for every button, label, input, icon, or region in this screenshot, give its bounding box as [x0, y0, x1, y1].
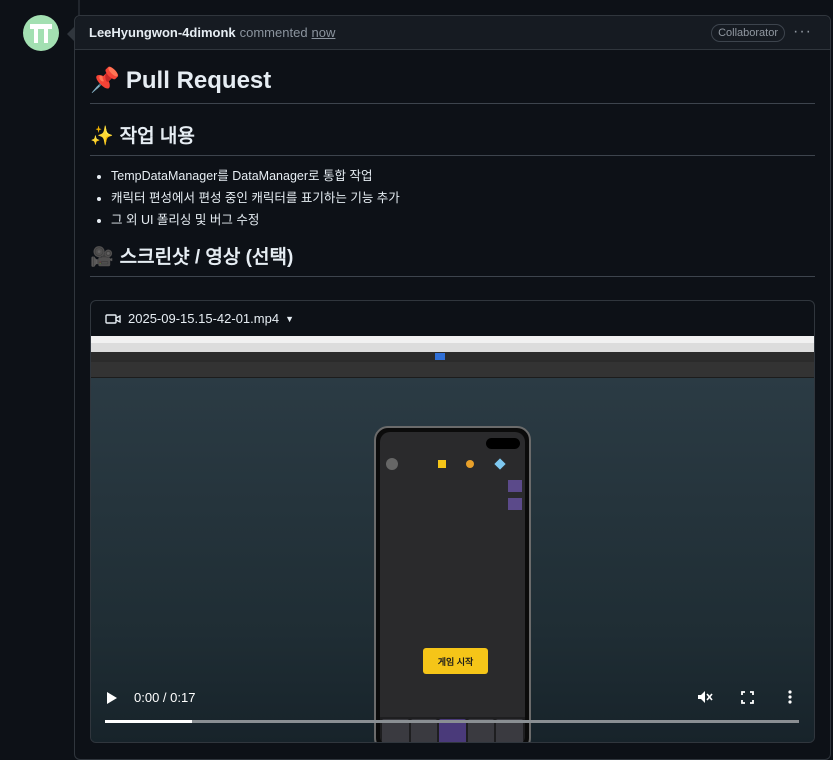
- unity-play-icon: [435, 353, 445, 360]
- section-screenshot-text: 스크린샷 / 영상 (선택): [119, 247, 294, 268]
- video-time: 0:00 / 0:17: [134, 690, 196, 705]
- video-progress-bar[interactable]: [105, 720, 799, 723]
- section-work-text: 작업 내용: [119, 126, 195, 147]
- section-work-title: ✨ 작업 내용: [90, 104, 815, 156]
- unity-simulator-bar: [91, 362, 814, 378]
- comment-time[interactable]: now: [312, 25, 336, 40]
- comment-body: 📌Pull Request ✨작업 내용 TempDataManager를 Da…: [90, 50, 815, 277]
- film-camera-icon: 🎥: [90, 247, 114, 268]
- gold-icon: [466, 460, 474, 468]
- comment-card: LeeHyungwon-4dimonk commented now Collab…: [74, 15, 831, 760]
- pushpin-icon: 📌: [90, 67, 120, 94]
- unity-title-bar: [91, 336, 814, 343]
- game-start-label: 게임 시작: [437, 656, 474, 667]
- side-menu-icon: [508, 498, 522, 510]
- unity-menu-bar: [91, 343, 814, 352]
- video-file-header[interactable]: 2025-09-15.15-42-01.mp4 ▼: [91, 301, 814, 336]
- video-progress-fill: [105, 720, 192, 723]
- kebab-horizontal-icon[interactable]: ···: [793, 22, 812, 42]
- side-menu-icon: [508, 480, 522, 492]
- list-item: 캐릭터 편성에서 편성 중인 캐릭터를 표기하는 기능 추가: [111, 187, 815, 209]
- chevron-down-icon[interactable]: ▼: [285, 314, 294, 324]
- fullscreen-icon[interactable]: [741, 691, 754, 704]
- pr-title-text: Pull Request: [125, 67, 272, 94]
- play-icon[interactable]: [107, 692, 117, 704]
- pr-title: 📌 Pull Request: [90, 50, 815, 104]
- avatar-glyph-stem-left: [34, 24, 38, 43]
- unity-toolbar: [91, 352, 814, 362]
- section-screenshot-title: 🎥 스크린샷 / 영상 (선택): [90, 225, 815, 277]
- author-name[interactable]: LeeHyungwon-4dimonk: [89, 25, 236, 40]
- work-list: TempDataManager를 DataManager로 통합 작업 캐릭터 …: [90, 165, 815, 231]
- video-attachment: 2025-09-15.15-42-01.mp4 ▼ 게임 시작 0:00 / 0…: [90, 300, 815, 743]
- video-filename[interactable]: 2025-09-15.15-42-01.mp4: [128, 311, 279, 326]
- video-camera-icon: [105, 313, 121, 324]
- phone-notch: [486, 438, 520, 449]
- comment-action: commented: [239, 25, 308, 40]
- sparkles-icon: ✨: [90, 126, 114, 147]
- video-player[interactable]: 게임 시작 0:00 / 0:17: [91, 336, 814, 742]
- avatar-glyph-stem-right: [44, 24, 48, 43]
- collaborator-badge: Collaborator: [711, 24, 785, 42]
- video-controls: 0:00 / 0:17: [91, 684, 814, 742]
- game-start-button: 게임 시작: [423, 648, 488, 674]
- author-avatar[interactable]: [23, 15, 59, 51]
- energy-icon: [438, 460, 446, 468]
- mute-icon[interactable]: [697, 690, 713, 704]
- kebab-vertical-icon[interactable]: [788, 690, 792, 704]
- gem-icon: [494, 458, 506, 470]
- list-item: TempDataManager를 DataManager로 통합 작업: [111, 165, 815, 187]
- comment-header: LeeHyungwon-4dimonk commented now Collab…: [75, 16, 830, 50]
- player-avatar-icon: [386, 458, 398, 470]
